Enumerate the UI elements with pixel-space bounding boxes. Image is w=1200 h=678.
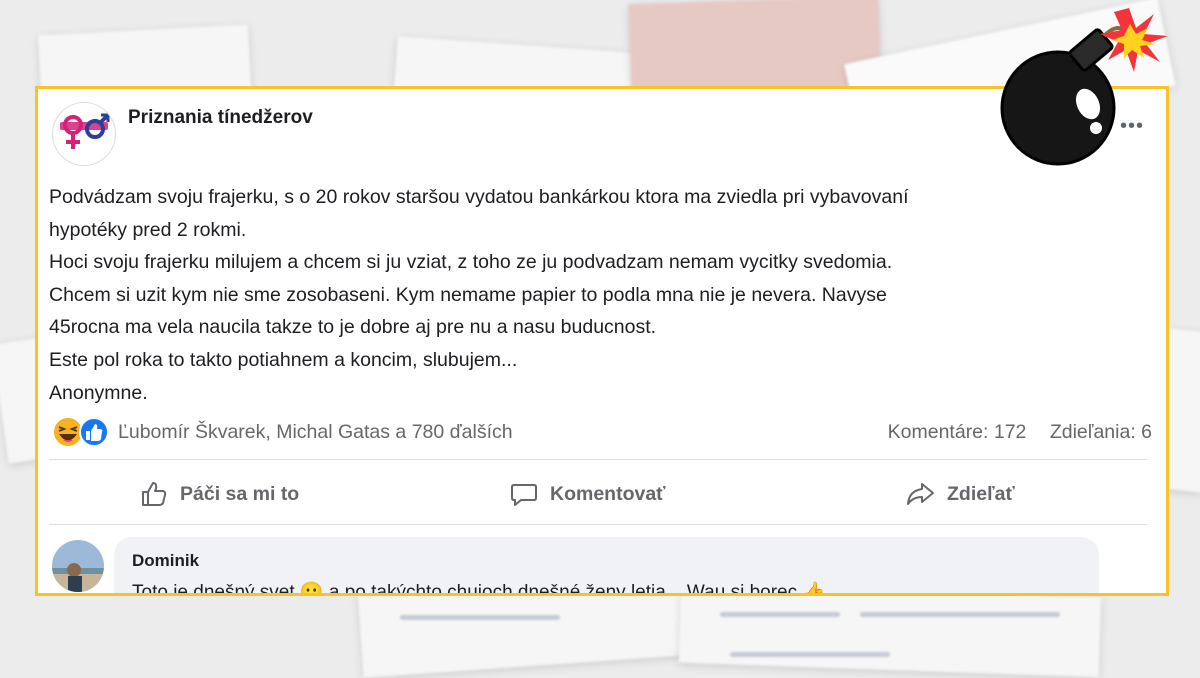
comment-text: Toto je dnešný svet 😐 a po takýchto chuj…	[132, 582, 827, 596]
post-text-line: Este pol roka to takto potiahnem a konci…	[49, 348, 518, 371]
background-blurred-text	[400, 615, 560, 620]
gender-symbols-logo-icon	[60, 113, 110, 149]
share-button[interactable]: Zdieľať	[905, 474, 1015, 514]
post-text-line: hypotéky pred 2 rokmi.	[49, 218, 247, 241]
background-blurred-text	[730, 652, 890, 657]
comment-bubble-icon	[511, 484, 537, 506]
post-text-line: Anonymne.	[49, 381, 148, 404]
page-avatar[interactable]	[52, 102, 116, 166]
haha-emoji-icon	[52, 416, 84, 448]
bomb-icon	[1000, 8, 1168, 166]
like-thumb-icon	[79, 417, 109, 447]
divider	[49, 524, 1147, 525]
share-label: Zdieľať	[947, 482, 1015, 505]
share-arrow-icon	[907, 483, 934, 505]
page-name[interactable]: Priznania tínedžerov	[128, 107, 313, 129]
reactors-text[interactable]: Ľubomír Škvarek, Michal Gatas a 780 ďalš…	[118, 421, 513, 444]
post-body: Podvádzam svoju frajerku, s o 20 rokov s…	[49, 181, 1139, 409]
thumbs-up-icon	[142, 482, 167, 506]
comments-count[interactable]: Komentáre: 172	[888, 421, 1027, 443]
post-counts: Komentáre: 172 Zdieľania: 6	[888, 421, 1152, 444]
comment-author[interactable]: Dominik	[132, 551, 199, 571]
background-blurred-text	[860, 612, 1060, 617]
like-button[interactable]: Páči sa mi to	[140, 474, 299, 514]
comment-bubble: Dominik Toto je dnešný svet 😐 a po takýc…	[114, 537, 1099, 596]
shares-count[interactable]: Zdieľania: 6	[1050, 421, 1152, 443]
divider	[49, 459, 1147, 460]
post-text-line: 45rocna ma vela naucila takze to je dobr…	[49, 316, 657, 339]
commenter-avatar[interactable]	[52, 540, 104, 592]
comment-label: Komentovať	[550, 482, 666, 505]
reaction-icons[interactable]	[52, 415, 112, 449]
post-text-line: Hoci svoju frajerku milujem a chcem si j…	[49, 251, 893, 274]
background-blurred-text	[720, 612, 840, 617]
post-text-line: Chcem si uzit kym nie sme zosobaseni. Ky…	[49, 283, 887, 306]
background-collage-card	[678, 582, 1102, 678]
background-collage-photo	[628, 0, 882, 100]
post-text-line: Podvádzam svoju frajerku, s o 20 rokov s…	[49, 186, 909, 208]
comment-button[interactable]: Komentovať	[510, 474, 666, 514]
like-label: Páči sa mi to	[180, 482, 300, 505]
